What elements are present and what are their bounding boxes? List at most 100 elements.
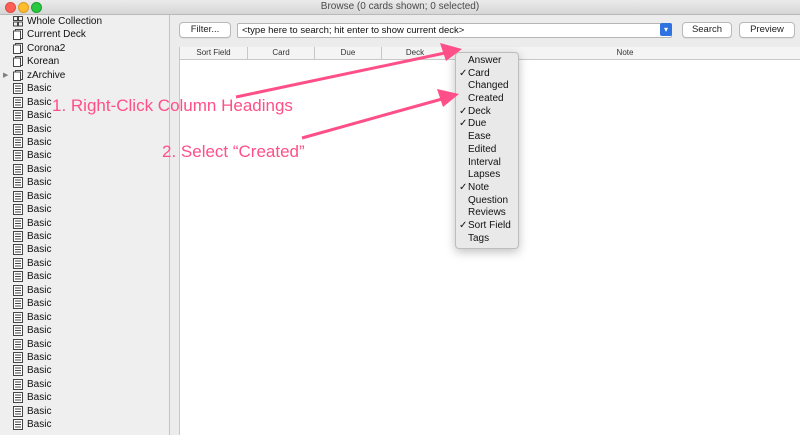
sidebar-item[interactable]: Basic <box>0 311 169 324</box>
sidebar-item[interactable]: Basic <box>0 149 169 162</box>
note-type-icon <box>13 177 23 189</box>
search-input[interactable] <box>238 24 656 37</box>
sidebar-item[interactable]: ▶ zArchive <box>0 69 169 82</box>
sidebar-item[interactable]: Basic <box>0 190 169 203</box>
collection-icon <box>13 16 23 27</box>
sidebar-item-label: Basic <box>27 244 52 256</box>
menu-item-label: Reviews <box>468 207 506 219</box>
menu-item[interactable]: Lapses <box>456 169 518 182</box>
menu-item-label: Lapses <box>468 169 501 181</box>
note-type-icon <box>13 378 23 390</box>
sidebar-item-label: Basic <box>27 419 52 431</box>
checkmark-icon: ✓ <box>459 105 468 117</box>
menu-item[interactable]: Interval <box>456 157 518 170</box>
column-header-deck[interactable]: Deck <box>382 47 449 59</box>
sidebar-item[interactable]: Basic <box>0 270 169 283</box>
note-type-icon <box>13 204 23 216</box>
menu-item-label: Question <box>468 194 509 206</box>
sidebar-item[interactable]: Basic <box>0 243 169 256</box>
menu-item[interactable]: Edited <box>456 144 518 157</box>
sidebar-item-label: zArchive <box>27 69 66 81</box>
sidebar-item[interactable]: Current Deck <box>0 28 169 41</box>
sidebar-item[interactable]: Basic <box>0 176 169 189</box>
sidebar-item[interactable]: Basic <box>0 405 169 418</box>
sidebar-item[interactable]: Basic <box>0 324 169 337</box>
sidebar-item-label: Basic <box>27 177 52 189</box>
sidebar-item-label: Basic <box>27 311 52 323</box>
sidebar-item[interactable]: Basic <box>0 284 169 297</box>
sidebar-item-label: Korean <box>27 56 60 68</box>
sidebar-item-label: Basic <box>27 405 52 417</box>
note-type-icon <box>13 231 23 242</box>
note-type-icon <box>13 284 23 296</box>
search-history-dropdown[interactable]: ▾ <box>660 23 672 36</box>
sidebar-item-label: Basic <box>27 150 52 162</box>
sidebar-item-label: Basic <box>27 83 52 95</box>
sidebar-item[interactable]: Basic <box>0 257 169 270</box>
sidebar-item[interactable]: Basic <box>0 217 169 230</box>
sidebar-item[interactable]: Basic <box>0 297 169 310</box>
menu-item[interactable]: ✓ Due <box>456 118 518 131</box>
note-type-icon <box>13 163 23 175</box>
sidebar-item[interactable]: Basic <box>0 418 169 431</box>
sidebar-item-label: Basic <box>27 217 52 229</box>
menu-item-label: Tags <box>468 232 490 244</box>
sidebar-item[interactable]: Whole Collection <box>0 15 169 28</box>
sidebar-item[interactable]: Korean <box>0 55 169 68</box>
note-type-icon <box>13 136 23 148</box>
menu-item[interactable]: ✓ Deck <box>456 106 518 119</box>
sidebar-item-label: Basic <box>27 136 52 148</box>
note-type-icon <box>13 123 23 135</box>
menu-item-label: Created <box>468 93 504 105</box>
note-type-icon <box>13 96 23 108</box>
note-type-icon <box>13 419 23 431</box>
menu-item[interactable]: ✓ Sort Field <box>456 220 518 233</box>
menu-item[interactable]: Tags <box>456 233 518 246</box>
menu-item-label: Changed <box>468 80 509 92</box>
menu-item[interactable]: Ease <box>456 131 518 144</box>
column-header-card[interactable]: Card <box>248 47 315 59</box>
filter-button[interactable]: Filter... <box>179 22 231 38</box>
window-title: Browse (0 cards shown; 0 selected) <box>320 1 480 12</box>
sidebar-item[interactable]: Corona2 <box>0 42 169 55</box>
note-type-icon <box>13 217 23 229</box>
sidebar-item[interactable]: Basic <box>0 82 169 95</box>
deck-icon <box>13 42 23 54</box>
column-header-due[interactable]: Due <box>315 47 382 59</box>
note-type-icon <box>13 257 23 269</box>
sidebar-item[interactable]: Basic <box>0 163 169 176</box>
search-box: ▾ <box>237 23 672 38</box>
menu-item-label: Interval <box>468 156 501 168</box>
menu-item[interactable]: Question <box>456 195 518 208</box>
sidebar-item[interactable]: Basic <box>0 123 169 136</box>
sidebar-item[interactable]: Basic <box>0 391 169 404</box>
note-type-icon <box>13 83 23 95</box>
sidebar-item[interactable]: Basic <box>0 203 169 216</box>
sidebar-item[interactable]: Basic <box>0 351 169 364</box>
sidebar-item[interactable]: Basic <box>0 230 169 243</box>
sidebar-item-label: Basic <box>27 204 52 216</box>
search-button[interactable]: Search <box>682 22 732 38</box>
sidebar-item-label: Basic <box>27 351 52 363</box>
sidebar-item[interactable]: Basic <box>0 378 169 391</box>
sidebar-item-label: Basic <box>27 298 52 310</box>
sidebar-item-label: Basic <box>27 365 52 377</box>
disclosure-triangle-icon[interactable]: ▶ <box>3 69 8 82</box>
menu-item[interactable]: ✓ Note <box>456 182 518 195</box>
preview-button[interactable]: Preview <box>739 22 795 38</box>
column-header-sort-field[interactable]: Sort Field <box>180 47 248 59</box>
annotation-step-2: 2. Select “Created” <box>162 142 305 161</box>
sidebar-item-label: Basic <box>27 325 52 337</box>
sidebar-item-label: Basic <box>27 110 52 122</box>
note-type-icon <box>13 365 23 377</box>
menu-item-label: Card <box>468 67 490 79</box>
checkmark-icon: ✓ <box>459 67 468 79</box>
sidebar-item[interactable]: Basic <box>0 364 169 377</box>
menu-item[interactable]: ✓ Card <box>456 68 518 81</box>
menu-item[interactable]: Created <box>456 93 518 106</box>
sidebar-item[interactable]: Basic <box>0 136 169 149</box>
menu-item[interactable]: Reviews <box>456 207 518 220</box>
menu-item[interactable]: Changed <box>456 80 518 93</box>
sidebar-item[interactable]: Basic <box>0 338 169 351</box>
menu-item[interactable]: Answer <box>456 55 518 68</box>
